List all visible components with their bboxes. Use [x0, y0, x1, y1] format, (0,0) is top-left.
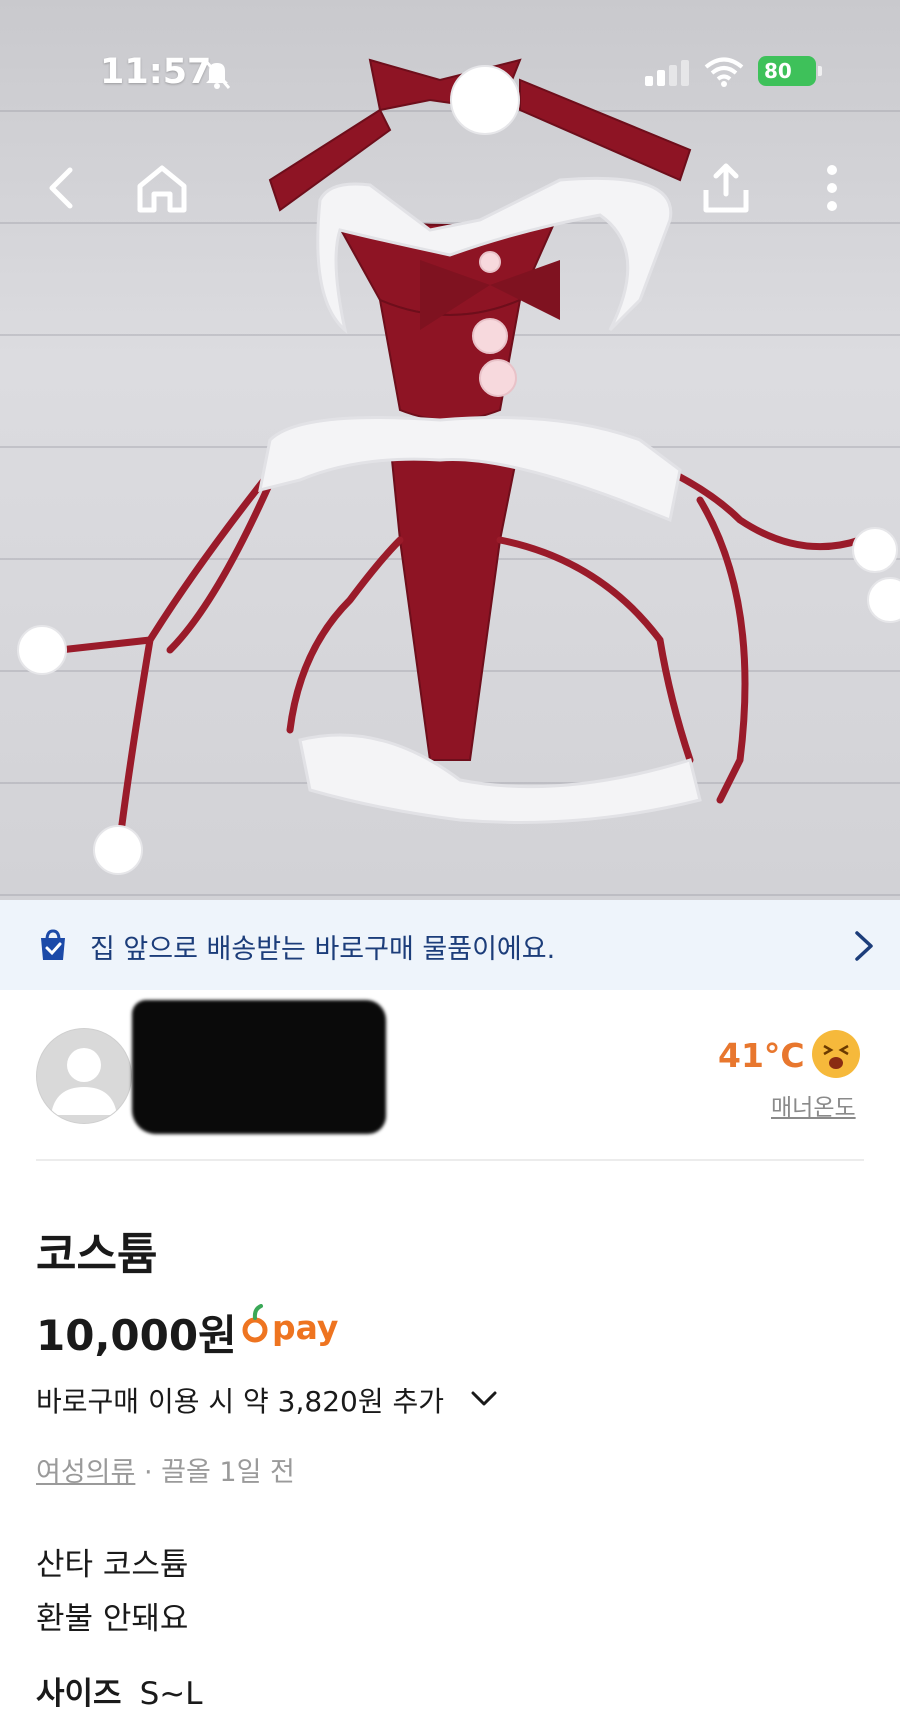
size-row: 사이즈 S~L — [36, 1668, 203, 1713]
share-icon — [703, 163, 749, 213]
meta-separator: · — [135, 1457, 162, 1488]
product-photo[interactable]: 11:57 80 — [0, 0, 900, 900]
size-label: 사이즈 — [36, 1676, 122, 1712]
more-vertical-icon — [827, 165, 837, 211]
bump-time: 끌올 1일 전 — [161, 1457, 295, 1488]
chevron-down-icon[interactable] — [470, 1390, 498, 1412]
product-title: 코스튬 — [36, 1229, 158, 1280]
status-time: 11:57 — [100, 52, 212, 92]
notice-text: 집 앞으로 배송받는 바로구매 물품이에요. — [90, 934, 556, 965]
battery-indicator: 80 — [758, 56, 816, 86]
description-line: 산타 코스튬 — [36, 1547, 189, 1583]
share-button[interactable] — [698, 160, 754, 216]
pay-label: pay — [272, 1308, 339, 1347]
more-button[interactable] — [804, 160, 860, 216]
seller-profile[interactable]: 구 41°C 매너온도 — [0, 1000, 900, 1160]
home-icon — [137, 165, 187, 213]
description-line: 환불 안돼요 — [36, 1601, 189, 1637]
category-link[interactable]: 여성의류 — [36, 1457, 135, 1488]
direct-purchase-notice[interactable]: 집 앞으로 배송받는 바로구매 물품이에요. — [0, 900, 900, 990]
redacted-seller-name — [132, 1000, 386, 1134]
user-silhouette-icon — [51, 1048, 117, 1115]
divider — [36, 1159, 864, 1161]
direct-purchase-fee[interactable]: 바로구매 이용 시 약 3,820원 추가 — [36, 1380, 444, 1420]
chevron-right-icon — [852, 930, 876, 966]
size-value: S~L — [139, 1676, 203, 1712]
manner-face-icon — [812, 1030, 860, 1078]
carrot-pay-icon — [242, 1304, 270, 1348]
avatar[interactable] — [36, 1028, 132, 1124]
shopping-bag-icon — [36, 928, 70, 966]
battery-cap — [818, 66, 822, 76]
product-meta: 여성의류 · 끌올 1일 전 — [36, 1450, 295, 1489]
chevron-left-icon — [49, 167, 73, 209]
costume-illustration — [17, 58, 900, 875]
manner-temperature: 41°C — [718, 1036, 805, 1075]
product-price: 10,000원 — [36, 1311, 237, 1360]
home-button[interactable] — [134, 160, 190, 216]
product-description: 산타 코스튬 환불 안돼요 — [36, 1538, 188, 1646]
back-button[interactable] — [34, 160, 90, 216]
manner-temperature-label[interactable]: 매너온도 — [771, 1088, 856, 1122]
status-bar: 11:57 80 — [0, 52, 900, 92]
